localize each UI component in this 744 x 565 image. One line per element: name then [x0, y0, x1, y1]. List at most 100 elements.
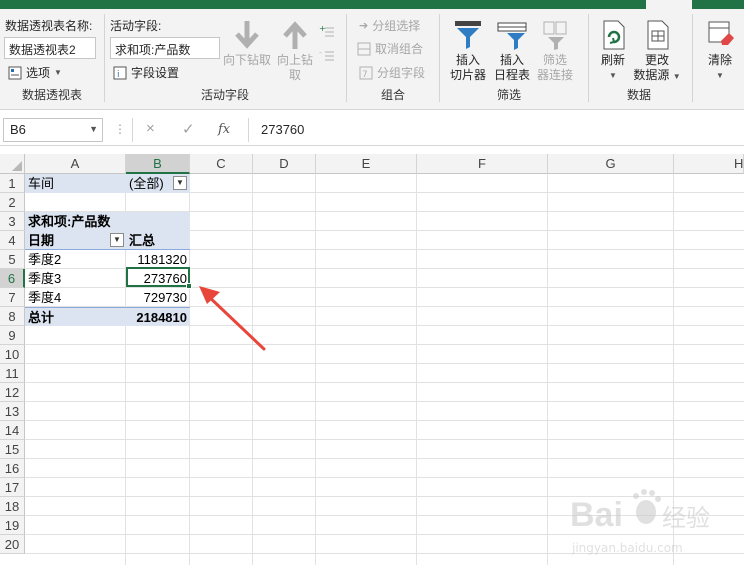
- timeline-icon: [497, 22, 527, 50]
- group-label-active-field: 活动字段: [200, 88, 249, 102]
- drill-up-label-1: 向上钻: [276, 53, 313, 67]
- svg-text:-: -: [319, 49, 322, 57]
- refresh-button[interactable]: 刷新 ▼: [593, 19, 633, 83]
- slicer-icon: [455, 21, 481, 49]
- filter-connections-label-1: 筛选: [542, 53, 567, 67]
- active-field-group: 活动字段: 求和项:产品数 i 字段设置 向下钻取 向上钻 取 + - 活动字段: [105, 9, 345, 109]
- column-header-c[interactable]: C: [190, 154, 253, 174]
- group-label-pivottable: 数据透视表: [21, 88, 82, 102]
- column-header-g[interactable]: G: [548, 154, 674, 174]
- group-selection-button[interactable]: ➔ 分组选择: [359, 17, 420, 34]
- insert-slicer-button[interactable]: 插入 切片器: [446, 19, 490, 83]
- pivot-value-header[interactable]: 求和项:产品数: [25, 212, 190, 231]
- annotation-arrow-icon: [199, 286, 266, 351]
- insert-timeline-label-1: 插入: [499, 53, 524, 67]
- clear-button[interactable]: 清除 ▼: [700, 19, 740, 83]
- ungroup-button[interactable]: 取消组合: [357, 40, 423, 57]
- row-header-7[interactable]: 7: [0, 288, 25, 307]
- pivot-row-label[interactable]: 季度4: [25, 288, 126, 307]
- options-button[interactable]: 选项 ▼: [8, 64, 62, 81]
- pivot-row-label[interactable]: 季度3: [25, 269, 126, 288]
- row-header-20[interactable]: 20: [0, 535, 25, 554]
- select-all-button[interactable]: [0, 154, 25, 174]
- insert-slicer-label-2: 切片器: [449, 68, 486, 82]
- svg-text:i: i: [117, 70, 120, 80]
- field-settings-button[interactable]: i 字段设置: [113, 64, 179, 81]
- refresh-label: 刷新: [600, 53, 625, 67]
- group-field-icon: 7: [359, 66, 373, 80]
- column-header-a[interactable]: A: [25, 154, 126, 174]
- pivot-name-input[interactable]: 数据透视表2: [4, 37, 96, 59]
- row-header-16[interactable]: 16: [0, 459, 25, 478]
- paw-icon: [633, 489, 661, 524]
- row-label-dropdown-icon[interactable]: ▼: [110, 233, 124, 247]
- row-header-13[interactable]: 13: [0, 402, 25, 421]
- row-header-5[interactable]: 5: [0, 250, 25, 269]
- watermark-suffix: 经验: [662, 504, 710, 532]
- cancel-icon[interactable]: ×: [146, 120, 155, 137]
- more-options-icon[interactable]: ⋮: [114, 122, 126, 136]
- svg-text:+: +: [319, 25, 326, 33]
- pivot-filter-field[interactable]: 车间: [25, 174, 126, 193]
- collapse-field-icon[interactable]: -: [319, 49, 335, 63]
- column-header-d[interactable]: D: [253, 154, 316, 174]
- pivot-sum-header[interactable]: 汇总: [126, 231, 190, 250]
- insert-slicer-label-1: 插入: [455, 53, 480, 67]
- row-header-1[interactable]: 1: [0, 174, 25, 193]
- insert-function-button[interactable]: fx: [218, 122, 230, 137]
- active-cell-selection: [126, 267, 192, 289]
- data-group: 刷新 ▼ 更改 数据源 ▼ 数据: [589, 9, 689, 109]
- watermark-brand: Bai: [570, 496, 623, 534]
- insert-timeline-button[interactable]: 插入 日程表: [490, 19, 534, 83]
- row-header-14[interactable]: 14: [0, 421, 25, 440]
- pivot-name-label: 数据透视表名称:: [5, 19, 93, 33]
- column-header-b[interactable]: B: [126, 154, 190, 174]
- group-selection-label: 分组选择: [372, 19, 421, 33]
- group-group: ➔ 分组选择 取消组合 7 分组字段 组合: [347, 9, 439, 109]
- row-header-4[interactable]: 4: [0, 231, 25, 250]
- row-header-19[interactable]: 19: [0, 516, 25, 535]
- filter-dropdown-icon[interactable]: ▼: [173, 176, 187, 190]
- drill-up-button[interactable]: 向上钻 取: [273, 19, 317, 83]
- formula-input[interactable]: 273760: [248, 118, 744, 142]
- drill-down-button[interactable]: 向下钻取: [221, 19, 273, 68]
- drill-down-label: 向下钻取: [222, 53, 271, 67]
- expand-field-icon[interactable]: +: [319, 25, 335, 39]
- chevron-down-icon: ▼: [89, 124, 98, 134]
- pivot-row-label[interactable]: 季度2: [25, 250, 126, 269]
- group-label-group: 组合: [380, 88, 405, 102]
- group-field-button[interactable]: 7 分组字段: [359, 64, 425, 81]
- active-field-input[interactable]: 求和项:产品数: [110, 37, 220, 59]
- column-header-e[interactable]: E: [316, 154, 417, 174]
- pivot-row-value[interactable]: 729730: [126, 288, 190, 307]
- row-header-11[interactable]: 11: [0, 364, 25, 383]
- field-settings-icon: i: [113, 66, 127, 80]
- row-header-2[interactable]: 2: [0, 193, 25, 212]
- row-header-8[interactable]: 8: [0, 307, 25, 326]
- row-header-18[interactable]: 18: [0, 497, 25, 516]
- change-source-label-1: 更改: [644, 53, 669, 67]
- pivottable-group: 数据透视表名称: 数据透视表2 选项 ▼ 数据透视表: [0, 9, 104, 109]
- row-header-9[interactable]: 9: [0, 326, 25, 345]
- column-header-f[interactable]: F: [417, 154, 548, 174]
- filter-connections-button[interactable]: 筛选 器连接: [532, 19, 578, 83]
- column-header-h[interactable]: H: [674, 154, 744, 174]
- group-label-data: 数据: [626, 88, 651, 102]
- row-header-17[interactable]: 17: [0, 478, 25, 497]
- formula-bar: B6 ▼ ⋮ × ✓ fx 273760: [0, 114, 744, 146]
- row-header-3[interactable]: 3: [0, 212, 25, 231]
- row-header-12[interactable]: 12: [0, 383, 25, 402]
- eraser-icon: [708, 21, 734, 45]
- row-header-15[interactable]: 15: [0, 440, 25, 459]
- filter-connections-label-2: 器连接: [536, 68, 573, 82]
- pivot-total-label[interactable]: 总计: [25, 307, 126, 326]
- change-data-source-button[interactable]: 更改 数据源 ▼: [631, 19, 683, 84]
- row-header-6[interactable]: 6: [0, 269, 25, 288]
- chevron-down-icon: ▼: [609, 71, 617, 80]
- pivot-total-value[interactable]: 2184810: [126, 307, 190, 326]
- chevron-down-icon: ▼: [716, 71, 724, 80]
- name-box[interactable]: B6 ▼: [3, 118, 103, 142]
- row-header-10[interactable]: 10: [0, 345, 25, 364]
- svg-text:7: 7: [362, 70, 368, 80]
- confirm-icon[interactable]: ✓: [182, 120, 195, 138]
